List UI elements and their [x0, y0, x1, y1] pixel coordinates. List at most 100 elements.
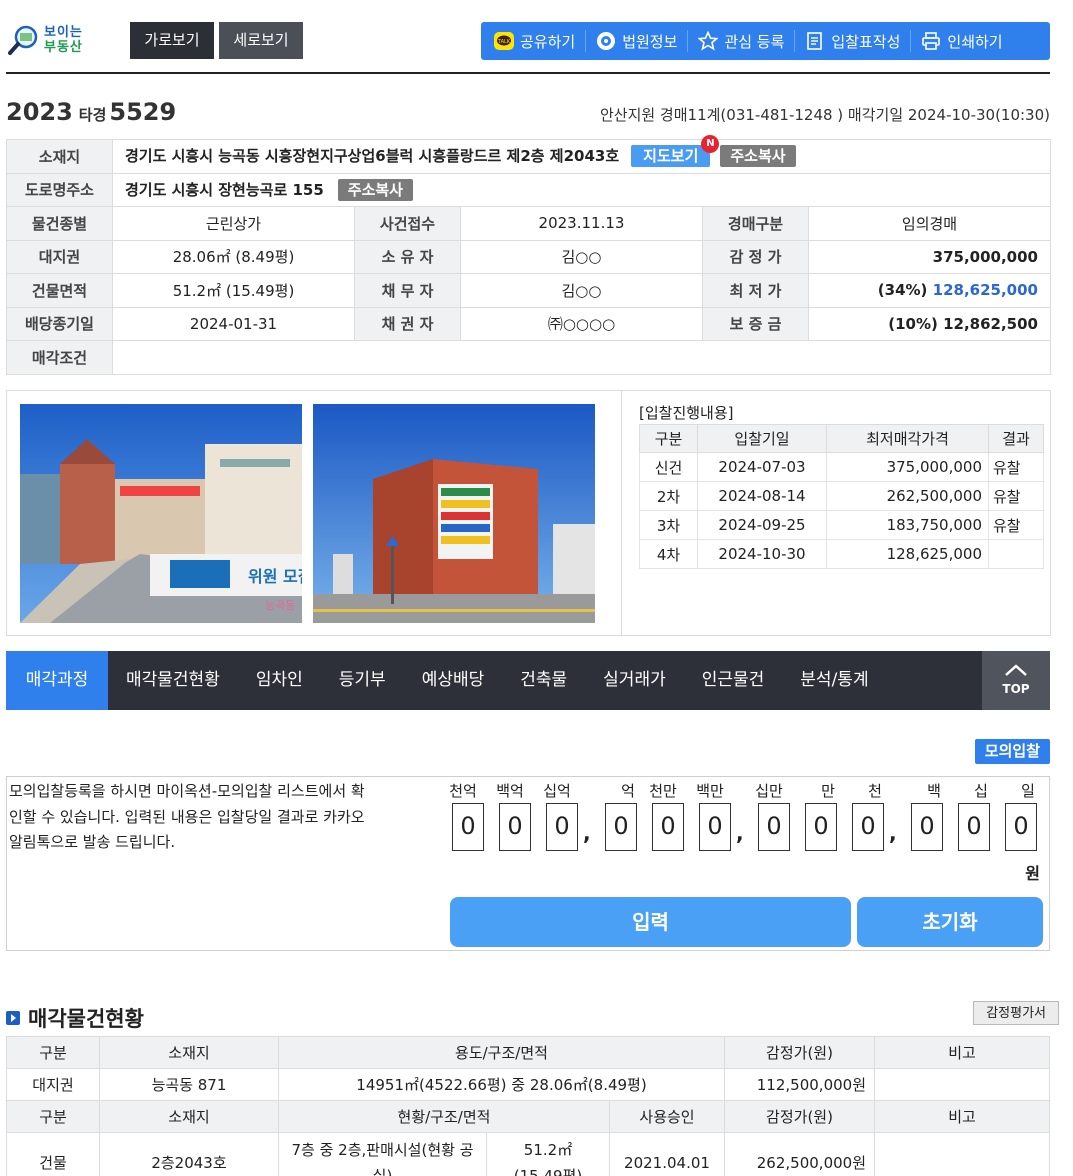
info-label: 물건종별: [6, 206, 113, 241]
info-label: 채 무 자: [354, 273, 461, 308]
digit-input[interactable]: 0: [805, 803, 837, 851]
bid-history-title: [입찰진행내용]: [639, 404, 734, 422]
banner-logo-text: 능곡동: [265, 599, 295, 612]
col-header: 감정가(원): [724, 1100, 875, 1133]
tab-registry[interactable]: 등기부: [321, 651, 404, 710]
tab-tenants[interactable]: 임차인: [238, 651, 321, 710]
digit-unit-label: 만: [821, 782, 835, 800]
reset-bid-button[interactable]: 초기화: [857, 897, 1043, 947]
copy-road-address-button[interactable]: 주소복사: [337, 178, 413, 201]
info-value: 김○○: [460, 273, 703, 308]
vertical-view-button[interactable]: 세로보기: [219, 22, 303, 59]
price-cell: 128,625,000: [826, 539, 989, 569]
copy-address-button[interactable]: 주소복사: [720, 145, 796, 168]
building-photo-illustration: [313, 404, 595, 623]
digit-input[interactable]: 0: [499, 803, 531, 851]
building-note: [874, 1132, 1050, 1176]
result-cell: 유찰: [988, 481, 1044, 511]
building-usage: 7층 중 2층,판매시설(현황 공실): [278, 1132, 487, 1176]
info-label: 채 권 자: [354, 306, 461, 341]
appraisal-report-button[interactable]: 감정평가서: [973, 1001, 1059, 1025]
bid-form-button[interactable]: 입찰표작성: [794, 30, 910, 52]
location-label: 소재지: [6, 139, 113, 174]
building-approval-date: 2021.04.01: [609, 1132, 725, 1176]
digit-unit-label: 백억: [496, 782, 524, 800]
price-cell: 262,500,000: [826, 481, 989, 511]
round-cell: 4차: [639, 539, 698, 569]
digit-input[interactable]: 0: [605, 803, 637, 851]
mock-bid-button[interactable]: 모의입찰: [974, 739, 1050, 764]
info-label: 보 증 금: [702, 306, 809, 341]
info-label: 경매구분: [702, 206, 809, 241]
property-photo-2[interactable]: [313, 404, 595, 623]
property-photo-1[interactable]: 위원 모집 능곡동: [20, 404, 302, 623]
submit-bid-button[interactable]: 입력: [450, 897, 851, 947]
info-label: 배당종기일: [6, 306, 113, 341]
case-number: 2023 타경 5529: [6, 98, 176, 126]
digit-input[interactable]: 0: [1005, 803, 1037, 851]
tab-building[interactable]: 건축물: [502, 651, 585, 710]
bid-form-label: 입찰표작성: [831, 32, 901, 51]
case-year: 2023: [6, 98, 73, 126]
digit-unit-label: 억: [621, 782, 635, 800]
col-header: 사용승인: [609, 1100, 725, 1133]
digit-input[interactable]: 0: [699, 803, 731, 851]
court-emblem-icon: [596, 31, 616, 51]
col-header: 비고: [874, 1036, 1050, 1069]
print-button[interactable]: 인쇄하기: [910, 30, 1012, 52]
digit-input[interactable]: 0: [852, 803, 884, 851]
kakao-talk-icon: TALK: [494, 31, 514, 51]
digit-unit-label: 백: [927, 782, 941, 800]
table-row: 건물 2층2043호 7층 중 2층,판매시설(현황 공실) 51.2㎡ (15…: [6, 1132, 1050, 1176]
building-type: 건물: [6, 1132, 100, 1176]
result-cell: 유찰: [988, 510, 1044, 540]
scroll-top-button[interactable]: TOP: [982, 651, 1050, 710]
round-cell: 3차: [639, 510, 698, 540]
building-area: 51.2㎡ (15.49평): [486, 1132, 610, 1176]
case-no: 5529: [109, 98, 177, 126]
map-view-button[interactable]: 지도보기 N: [631, 135, 720, 168]
top-label: TOP: [1002, 682, 1030, 696]
price-cell: 375,000,000: [826, 452, 989, 482]
digit-input[interactable]: 0: [958, 803, 990, 851]
table-row: 2차 2024-08-14 262,500,000 유찰: [639, 481, 1044, 511]
horizontal-view-button[interactable]: 가로보기: [130, 22, 214, 59]
digit-input[interactable]: 0: [758, 803, 790, 851]
info-value: ㈜○○○○: [460, 306, 703, 341]
tab-actual-price[interactable]: 실거래가: [585, 651, 684, 710]
share-label: 공유하기: [520, 32, 576, 51]
info-value: 28.06㎡ (8.49평): [112, 239, 355, 274]
info-value: 근린상가: [112, 206, 355, 241]
land-location: 능곡동 871: [99, 1068, 279, 1101]
panel-divider: [621, 391, 622, 635]
banner-text: 위원 모집: [248, 567, 302, 586]
digit-input[interactable]: 0: [911, 803, 943, 851]
col-header: 소재지: [99, 1100, 279, 1133]
tab-property-status[interactable]: 매각물건현황: [108, 651, 238, 710]
digit-input[interactable]: 0: [546, 803, 578, 851]
min-price-cell: (34%) 128,625,000: [808, 273, 1051, 308]
col-header: 비고: [874, 1100, 1050, 1133]
court-info-button[interactable]: 법원정보: [585, 30, 687, 52]
star-icon: [698, 31, 719, 51]
digit-unit-label: 천억: [449, 782, 477, 800]
digit-separator: ,: [736, 821, 744, 845]
digit-unit-label: 천: [868, 782, 882, 800]
property-status-heading: 매각물건현황: [28, 1007, 144, 1031]
date-cell: 2024-08-14: [697, 481, 827, 511]
tab-analysis[interactable]: 분석/통계: [782, 651, 886, 710]
favorite-button[interactable]: 관심 등록: [687, 30, 794, 52]
tab-expected-dividend[interactable]: 예상배당: [404, 651, 503, 710]
digit-input[interactable]: 0: [652, 803, 684, 851]
info-value: 임의경매: [808, 206, 1051, 241]
tab-nearby[interactable]: 인근물건: [684, 651, 783, 710]
land-header-row: 구분 소재지 용도/구조/면적 감정가(원) 비고: [6, 1036, 1050, 1069]
tab-sale-process[interactable]: 매각과정: [6, 651, 108, 710]
road-address-label: 도로명주소: [6, 172, 113, 207]
digit-unit-label: 십: [974, 782, 988, 800]
info-label: 감 정 가: [702, 239, 809, 274]
share-button[interactable]: TALK 공유하기: [494, 30, 585, 52]
section-bullet-icon: [6, 1011, 20, 1025]
digit-input[interactable]: 0: [452, 803, 484, 851]
site-logo[interactable]: 보이는 부동산: [8, 24, 98, 60]
